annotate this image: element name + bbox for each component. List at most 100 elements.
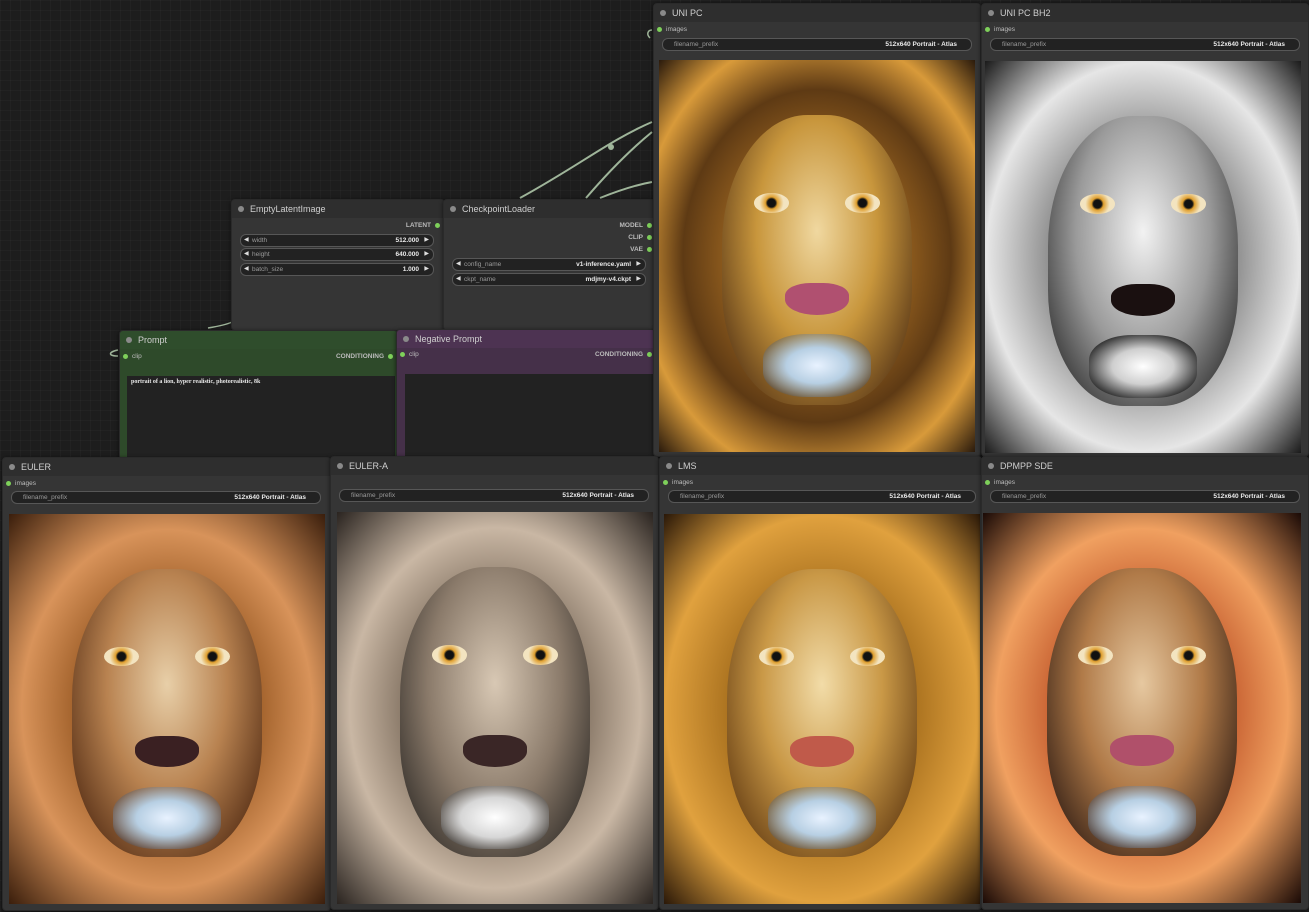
- increment-arrow-icon[interactable]: ▶: [636, 259, 641, 270]
- output-slot-conditioning[interactable]: CONDITIONING: [336, 353, 393, 360]
- collapse-dot[interactable]: [403, 336, 409, 342]
- height-widget[interactable]: ◀ height 640.000 ▶: [240, 248, 434, 261]
- slot-label: LATENT: [405, 222, 431, 229]
- negative-prompt-text-area[interactable]: [405, 374, 655, 459]
- filename-prefix-widget[interactable]: filename_prefix 512x640 Portrait - Atlas: [990, 490, 1300, 503]
- collapse-dot[interactable]: [126, 337, 132, 343]
- slot-dot[interactable]: [647, 351, 652, 357]
- slot-dot[interactable]: [663, 479, 668, 485]
- node-title[interactable]: UNI PC BH2: [982, 4, 1308, 22]
- node-title[interactable]: LMS: [660, 457, 981, 475]
- widget-value: 512x640 Portrait - Atlas: [885, 41, 957, 48]
- input-slot-images[interactable]: images: [985, 479, 1015, 486]
- slot-dot[interactable]: [647, 222, 652, 228]
- graph-canvas[interactable]: EmptyLatentImage LATENT ◀ width 512.000 ▶ ◀…: [0, 0, 1309, 912]
- node-title[interactable]: EULER: [3, 458, 330, 476]
- output-slot-conditioning[interactable]: CONDITIONING: [595, 351, 652, 358]
- node-title[interactable]: UNI PC: [654, 4, 980, 22]
- empty-latent-node[interactable]: EmptyLatentImage LATENT ◀ width 512.000 ▶ ◀…: [231, 199, 445, 331]
- ckpt-name-widget[interactable]: ◀ ckpt_name mdjmy-v4.ckpt ▶: [452, 273, 646, 286]
- input-slot-images[interactable]: images: [985, 26, 1015, 33]
- slot-dot[interactable]: [985, 479, 990, 485]
- lion-image-preview[interactable]: [9, 514, 325, 904]
- save-node-uni-pc-bh2[interactable]: UNI PC BH2 images filename_prefix 512x640…: [981, 3, 1309, 457]
- nose-shape: [785, 283, 849, 315]
- collapse-dot[interactable]: [238, 206, 244, 212]
- slot-dot[interactable]: [123, 353, 128, 359]
- save-node-uni-pc[interactable]: UNI PC images filename_prefix 512x640 Por…: [653, 3, 981, 457]
- eye-shape: [1078, 645, 1114, 666]
- prompt-node[interactable]: Prompt clip CONDITIONING portrait of a l…: [119, 330, 398, 460]
- collapse-dot[interactable]: [988, 10, 994, 16]
- collapse-dot[interactable]: [9, 464, 15, 470]
- slot-dot[interactable]: [6, 480, 11, 486]
- collapse-dot[interactable]: [660, 10, 666, 16]
- lion-image-preview[interactable]: [659, 60, 975, 452]
- slot-dot[interactable]: [647, 234, 652, 240]
- node-title[interactable]: Prompt: [120, 331, 397, 349]
- config-name-widget[interactable]: ◀ config_name v1-inference.yaml ▶: [452, 258, 646, 271]
- decrement-arrow-icon[interactable]: ◀: [244, 249, 249, 260]
- filename-prefix-widget[interactable]: filename_prefix 512x640 Portrait - Atlas: [11, 491, 321, 504]
- slot-dot[interactable]: [388, 353, 393, 359]
- input-slot-images[interactable]: images: [6, 480, 36, 487]
- collapse-dot[interactable]: [988, 463, 994, 469]
- output-slot-latent[interactable]: LATENT: [406, 222, 440, 229]
- increment-arrow-icon[interactable]: ▶: [636, 274, 641, 285]
- slot-label: images: [672, 479, 693, 486]
- input-slot-images[interactable]: images: [663, 479, 693, 486]
- increment-arrow-icon[interactable]: ▶: [424, 249, 429, 260]
- muzzle-shape: [763, 334, 871, 398]
- lion-image-preview[interactable]: [664, 514, 980, 904]
- input-slot-images[interactable]: images: [657, 26, 687, 33]
- output-slot-clip[interactable]: CLIP: [628, 234, 652, 241]
- slot-dot[interactable]: [400, 351, 405, 357]
- checkpoint-loader-node[interactable]: CheckpointLoader MODEL CLIP VAE ◀ config_…: [443, 199, 656, 331]
- widget-label: filename_prefix: [680, 493, 725, 500]
- widget-value: 512x640 Portrait - Atlas: [234, 494, 306, 501]
- decrement-arrow-icon[interactable]: ◀: [456, 274, 461, 285]
- increment-arrow-icon[interactable]: ▶: [424, 235, 429, 246]
- collapse-dot[interactable]: [337, 463, 343, 469]
- widget-value: 512x640 Portrait - Atlas: [889, 493, 961, 500]
- output-slot-vae[interactable]: VAE: [630, 246, 652, 253]
- filename-prefix-widget[interactable]: filename_prefix 512x640 Portrait - Atlas: [990, 38, 1300, 51]
- widget-label: filename_prefix: [351, 492, 396, 499]
- slot-dot[interactable]: [647, 246, 652, 252]
- save-node-euler-a[interactable]: EULER-A filename_prefix 512x640 Portrait …: [330, 456, 659, 910]
- input-slot-clip[interactable]: clip: [400, 351, 419, 358]
- lion-image-preview[interactable]: [983, 513, 1301, 903]
- node-title[interactable]: CheckpointLoader: [444, 200, 655, 218]
- input-slot-clip[interactable]: clip: [123, 353, 142, 360]
- node-title[interactable]: Negative Prompt: [397, 330, 655, 348]
- filename-prefix-widget[interactable]: filename_prefix 512x640 Portrait - Atlas: [339, 489, 649, 502]
- slot-dot[interactable]: [985, 26, 990, 32]
- save-node-euler[interactable]: EULER images filename_prefix 512x640 Port…: [2, 457, 331, 911]
- decrement-arrow-icon[interactable]: ◀: [456, 259, 461, 270]
- widget-value: v1-inference.yaml: [576, 261, 631, 268]
- decrement-arrow-icon[interactable]: ◀: [244, 264, 249, 275]
- eye-shape: [103, 646, 139, 667]
- lion-image-preview[interactable]: [985, 61, 1301, 453]
- prompt-text-area[interactable]: portrait of a lion, hyper realistic, pho…: [127, 376, 395, 459]
- save-node-dpmpp-sde[interactable]: DPMPP SDE images filename_prefix 512x640 …: [981, 456, 1309, 910]
- negative-prompt-node[interactable]: Negative Prompt clip CONDITIONING: [396, 329, 656, 460]
- width-widget[interactable]: ◀ width 512.000 ▶: [240, 234, 434, 247]
- decrement-arrow-icon[interactable]: ◀: [244, 235, 249, 246]
- increment-arrow-icon[interactable]: ▶: [424, 264, 429, 275]
- batch-size-widget[interactable]: ◀ batch_size 1.000 ▶: [240, 263, 434, 276]
- slot-dot[interactable]: [435, 222, 440, 228]
- collapse-dot[interactable]: [666, 463, 672, 469]
- collapse-dot[interactable]: [450, 206, 456, 212]
- node-title[interactable]: EmptyLatentImage: [232, 200, 444, 218]
- lion-image-preview[interactable]: [337, 512, 653, 904]
- output-slot-model[interactable]: MODEL: [620, 222, 652, 229]
- widget-value: mdjmy-v4.ckpt: [585, 276, 631, 283]
- node-title-text: DPMPP SDE: [1000, 461, 1053, 471]
- node-title[interactable]: DPMPP SDE: [982, 457, 1308, 475]
- save-node-lms[interactable]: LMS images filename_prefix 512x640 Portra…: [659, 456, 982, 910]
- filename-prefix-widget[interactable]: filename_prefix 512x640 Portrait - Atlas: [662, 38, 972, 51]
- slot-dot[interactable]: [657, 26, 662, 32]
- node-title[interactable]: EULER-A: [331, 457, 658, 475]
- filename-prefix-widget[interactable]: filename_prefix 512x640 Portrait - Atlas: [668, 490, 976, 503]
